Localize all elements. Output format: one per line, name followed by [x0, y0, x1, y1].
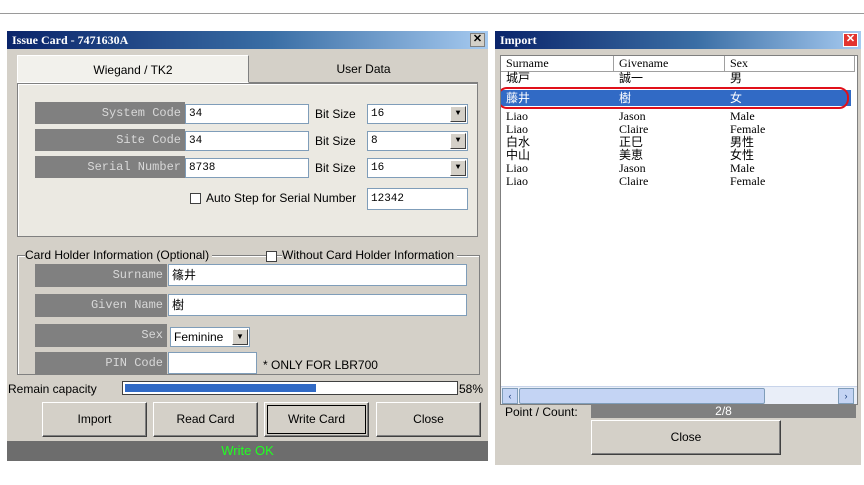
- without-holder-checkbox[interactable]: [266, 251, 277, 262]
- close-icon[interactable]: ✕: [843, 33, 858, 47]
- given-name-label: Given Name: [35, 294, 167, 317]
- site-bit-size-value: 8: [371, 135, 378, 147]
- sex-label: Sex: [35, 324, 167, 347]
- highlight-annotation: [501, 87, 849, 109]
- surname-field[interactable]: 篠井: [168, 264, 467, 286]
- remain-capacity-bar: [122, 381, 458, 395]
- system-code-field[interactable]: 34: [185, 104, 309, 124]
- system-bit-size-select[interactable]: 16 ▼: [367, 104, 468, 124]
- list-row[interactable]: Liao Jason Male: [501, 162, 851, 174]
- without-holder-label: Without Card Holder Information: [282, 248, 458, 262]
- column-header-givename[interactable]: Givename: [614, 56, 725, 72]
- point-count-value: 2/8: [715, 404, 732, 418]
- close-icon[interactable]: ✕: [470, 33, 485, 47]
- cell-surname: Liao: [506, 122, 528, 136]
- site-bit-size-select[interactable]: 8 ▼: [367, 131, 468, 151]
- cell-surname: Liao: [506, 161, 528, 175]
- site-bit-size-label: Bit Size: [315, 134, 356, 148]
- cell-surname: 城戸: [506, 71, 531, 85]
- auto-step-field[interactable]: 12342: [367, 188, 468, 210]
- list-row[interactable]: Liao Claire Female: [501, 175, 851, 187]
- import-list[interactable]: Surname Givename Sex 城戸 誠一 男 藤井 樹 女 Liao…: [500, 55, 858, 405]
- top-divider: [0, 13, 864, 14]
- cell-sex: 女性: [730, 148, 755, 162]
- read-card-button[interactable]: Read Card: [153, 402, 258, 437]
- cell-surname: 白水: [506, 135, 531, 149]
- scroll-right-icon[interactable]: ›: [838, 388, 854, 404]
- point-count-value-box: 2/8: [591, 404, 856, 418]
- cell-givename: Jason: [619, 161, 646, 175]
- horizontal-scrollbar[interactable]: ‹ ›: [501, 386, 857, 404]
- cell-surname: 中山: [506, 148, 531, 162]
- chevron-down-icon[interactable]: ▼: [232, 329, 248, 345]
- cell-sex: 男性: [730, 135, 755, 149]
- chevron-down-icon[interactable]: ▼: [450, 133, 466, 149]
- serial-bit-size-value: 16: [371, 162, 385, 174]
- issue-card-titlebar[interactable]: Issue Card - 7471630A ✕: [7, 31, 488, 49]
- cell-givename: Jason: [619, 109, 646, 123]
- cell-givename: 美恵: [619, 148, 644, 162]
- tab-user-data[interactable]: User Data: [249, 55, 478, 83]
- import-title: Import: [500, 33, 537, 47]
- site-code-field[interactable]: 34: [185, 131, 309, 151]
- cell-givename: Claire: [619, 122, 649, 136]
- cell-sex: Male: [730, 161, 755, 175]
- pin-code-label: PIN Code: [35, 352, 167, 375]
- system-code-label: System Code: [35, 102, 185, 124]
- issue-card-window: Issue Card - 7471630A ✕ Wiegand / TK2 Us…: [7, 31, 488, 461]
- system-bit-size-label: Bit Size: [315, 107, 356, 121]
- tab-user-data-label: User Data: [336, 62, 391, 76]
- cell-sex: 男: [730, 71, 743, 85]
- list-row[interactable]: Liao Claire Female: [501, 123, 851, 135]
- import-button[interactable]: Import: [42, 402, 147, 437]
- import-titlebar[interactable]: Import ✕: [495, 31, 861, 49]
- serial-bit-size-label: Bit Size: [315, 161, 356, 175]
- remain-capacity-fill: [125, 384, 316, 392]
- cell-surname: Liao: [506, 174, 528, 188]
- cell-surname: Liao: [506, 109, 528, 123]
- scroll-thumb[interactable]: [519, 388, 765, 404]
- remain-capacity-percent: 58%: [459, 382, 484, 396]
- list-row[interactable]: Liao Jason Male: [501, 110, 851, 122]
- chevron-down-icon[interactable]: ▼: [450, 160, 466, 176]
- auto-step-checkbox[interactable]: [190, 193, 201, 204]
- sex-select[interactable]: Feminine ▼: [170, 327, 250, 347]
- column-header-sex[interactable]: Sex: [725, 56, 855, 72]
- close-button[interactable]: Close: [376, 402, 481, 437]
- remain-capacity-label: Remain capacity: [8, 382, 97, 396]
- cell-givename: 正巳: [619, 135, 644, 149]
- chevron-down-icon[interactable]: ▼: [450, 106, 466, 122]
- import-window: Import ✕ Surname Givename Sex 城戸 誠一 男 藤井…: [495, 31, 861, 465]
- holder-group-label: Card Holder Information (Optional): [25, 248, 213, 262]
- tab-wiegand[interactable]: Wiegand / TK2: [17, 55, 249, 83]
- point-count-label: Point / Count:: [505, 405, 578, 419]
- pin-code-field[interactable]: [168, 352, 257, 374]
- list-row[interactable]: 中山 美恵 女性: [501, 149, 851, 161]
- cell-sex: Female: [730, 122, 766, 136]
- serial-bit-size-select[interactable]: 16 ▼: [367, 158, 468, 178]
- sex-value: Feminine: [174, 330, 224, 344]
- cell-sex: Male: [730, 109, 755, 123]
- cell-givename: 誠一: [619, 71, 644, 85]
- auto-step-label: Auto Step for Serial Number: [206, 191, 357, 205]
- site-code-label: Site Code: [35, 129, 185, 151]
- column-header-surname[interactable]: Surname: [501, 56, 614, 72]
- given-name-field[interactable]: 樹: [168, 294, 467, 316]
- list-row[interactable]: 白水 正巳 男性: [501, 136, 851, 148]
- system-bit-size-value: 16: [371, 108, 385, 120]
- cell-sex: Female: [730, 174, 766, 188]
- cell-givename: Claire: [619, 174, 649, 188]
- status-text: Write OK: [221, 443, 274, 458]
- scroll-left-icon[interactable]: ‹: [502, 388, 518, 404]
- list-row[interactable]: 城戸 誠一 男: [501, 72, 851, 84]
- tab-wiegand-label: Wiegand / TK2: [93, 63, 173, 77]
- status-bar: Write OK: [7, 441, 488, 461]
- serial-number-label: Serial Number: [35, 156, 185, 178]
- write-card-button[interactable]: Write Card: [264, 402, 369, 437]
- issue-card-title: Issue Card - 7471630A: [12, 33, 129, 47]
- serial-number-field[interactable]: 8738: [185, 158, 309, 178]
- import-close-button[interactable]: Close: [591, 420, 781, 455]
- surname-label: Surname: [35, 264, 167, 287]
- pin-note: * ONLY FOR LBR700: [263, 358, 378, 372]
